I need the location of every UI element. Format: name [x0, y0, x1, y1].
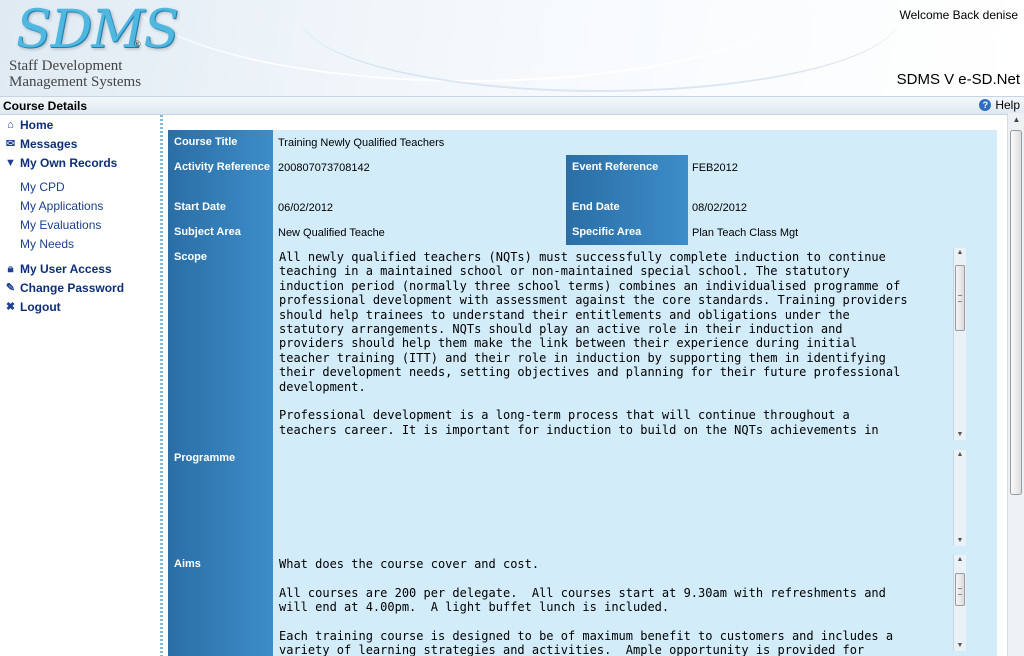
activity-reference-label: Activity Reference [168, 155, 273, 195]
sidebar-item-my-evaluations[interactable]: My Evaluations [20, 218, 101, 232]
nav-my-user-access-label[interactable]: My User Access [20, 262, 112, 276]
help-link[interactable]: ? Help [979, 98, 1020, 112]
nav-my-own-records-label[interactable]: My Own Records [20, 156, 117, 170]
nav-logout-label[interactable]: Logout [20, 300, 61, 314]
sdms-logo: SDMS [16, 0, 179, 60]
event-reference-value: FEB2012 [692, 162, 738, 174]
scroll-up-icon[interactable]: ▲ [954, 555, 966, 565]
aims-textarea[interactable]: What does the course cover and cost. All… [278, 555, 954, 656]
programme-scrollbar[interactable]: ▲ ▼ [953, 450, 966, 546]
event-reference-label: Event Reference [566, 155, 688, 195]
help-icon[interactable]: ? [979, 99, 992, 111]
nav-home-label[interactable]: Home [20, 118, 53, 132]
sidebar-item-my-cpd[interactable]: My CPD [20, 180, 65, 194]
sidebar-divider [160, 115, 163, 656]
course-title-value: Training Newly Qualified Teachers [278, 137, 445, 149]
help-label[interactable]: Help [995, 98, 1020, 112]
aims-scrollbar[interactable]: ▲ ▼ [953, 555, 966, 651]
course-title-label: Course Title [168, 130, 273, 155]
scope-text: All newly qualified teachers (NQTs) must… [279, 250, 908, 438]
close-icon: ✖ [5, 300, 16, 313]
app-version: SDMS V e-SD.Net [896, 71, 1020, 88]
aims-scroll-thumb[interactable] [955, 573, 965, 606]
nav-home[interactable]: ⌂ Home [5, 118, 53, 132]
end-date-label: End Date [566, 195, 688, 220]
page-title-bar: Course Details ? Help [0, 96, 1024, 115]
nav-change-password[interactable]: ✎ Change Password [5, 281, 124, 295]
home-icon: ⌂ [7, 118, 14, 131]
programme-text [279, 452, 951, 544]
aims-label: Aims [168, 552, 273, 656]
scroll-down-icon[interactable]: ▼ [954, 641, 966, 651]
app-header: SDMS ® Staff Development Management Syst… [0, 0, 1024, 96]
programme-textarea[interactable] [278, 450, 954, 546]
page-scrollbar[interactable]: ▲ [1007, 113, 1024, 656]
scroll-down-icon[interactable]: ▼ [954, 430, 966, 440]
nav-my-own-records[interactable]: ▼ My Own Records [5, 156, 117, 170]
specific-area-value: Plan Teach Class Mgt [692, 227, 799, 239]
lock-icon: 🔒︎ [7, 262, 14, 275]
scope-scroll-thumb[interactable] [955, 265, 965, 331]
scroll-up-icon[interactable]: ▲ [1008, 113, 1024, 127]
nav-my-user-access[interactable]: 🔒︎ My User Access [5, 262, 112, 276]
logo-registered-mark: ® [134, 39, 141, 49]
start-date-label: Start Date [168, 195, 273, 220]
start-date-value: 06/02/2012 [278, 202, 334, 214]
specific-area-label: Specific Area [566, 220, 688, 245]
scope-scrollbar[interactable]: ▲ ▼ [953, 248, 966, 440]
pencil-icon: ✎ [5, 281, 16, 294]
scope-textarea[interactable]: All newly qualified teachers (NQTs) must… [278, 248, 954, 440]
triangle-down-icon: ▼ [5, 156, 16, 169]
activity-reference-value: 200807073708142 [278, 162, 370, 174]
subject-area-label: Subject Area [168, 220, 273, 245]
scroll-down-icon[interactable]: ▼ [954, 536, 966, 546]
envelope-icon: ✉ [5, 137, 16, 150]
logo-subtitle: Staff Development Management Systems [9, 58, 142, 90]
scope-label: Scope [168, 245, 273, 446]
programme-label: Programme [168, 446, 273, 552]
aims-text: What does the course cover and cost. All… [279, 557, 894, 656]
page-title: Course Details [3, 99, 88, 113]
end-date-value: 08/02/2012 [692, 202, 748, 214]
welcome-message: Welcome Back denise [899, 8, 1019, 22]
nav-messages[interactable]: ✉ Messages [5, 137, 77, 151]
subject-area-value: New Qualified Teache [278, 227, 385, 239]
nav-messages-label[interactable]: Messages [20, 137, 77, 151]
page-scroll-thumb[interactable] [1010, 130, 1022, 495]
nav-change-password-label[interactable]: Change Password [20, 281, 124, 295]
sidebar-nav: ⌂ Home ✉ Messages ▼ My Own Records My CP… [0, 115, 160, 656]
sidebar-item-my-needs[interactable]: My Needs [20, 237, 74, 251]
sidebar-item-my-applications[interactable]: My Applications [20, 199, 103, 213]
nav-logout[interactable]: ✖ Logout [5, 300, 61, 314]
scroll-up-icon[interactable]: ▲ [954, 450, 966, 460]
scroll-up-icon[interactable]: ▲ [954, 248, 966, 258]
course-details-panel: Course Title Training Newly Qualified Te… [168, 130, 997, 656]
